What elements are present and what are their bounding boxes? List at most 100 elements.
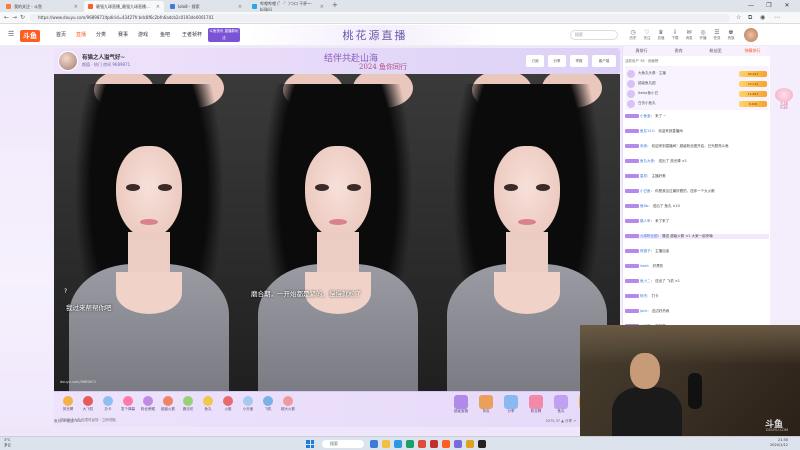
chat-username[interactable]: 阿杰 <box>640 294 647 298</box>
streamer-avatar[interactable] <box>58 51 78 71</box>
chat-username[interactable]: 夜猫子 <box>640 249 651 253</box>
gift-item[interactable]: 超级火箭 <box>158 396 178 412</box>
chat-username[interactable]: 小白鱼 <box>640 189 651 193</box>
chat-message[interactable]: 小白鱼： 你是我见过最好看的，送你一个大火箭 <box>625 189 769 194</box>
event-banner[interactable]: 桃花源直播 <box>250 25 500 45</box>
chat-message[interactable]: 小鱼宝： 来了 ~ <box>625 114 769 119</box>
close-tab-icon[interactable]: × <box>320 4 324 10</box>
right-gift-item[interactable]: 分享 <box>500 395 522 414</box>
app-icon[interactable] <box>406 440 414 448</box>
recharge-button[interactable]: ♛ 充值 <box>654 29 668 41</box>
app-icon[interactable] <box>418 440 426 448</box>
right-gift-item[interactable]: 超级宝箱 <box>450 395 472 414</box>
chat-username[interactable]: 鱼丸大侠 <box>640 159 654 163</box>
history-button[interactable]: ◷ 历史 <box>626 29 640 41</box>
chat-username[interactable]: 鱼Bb <box>640 204 648 208</box>
browser-tab[interactable]: lolo8 - 搜索 × <box>166 1 246 12</box>
download-button[interactable]: ⇩ 下载 <box>668 29 682 41</box>
rank-row[interactable]: 白衣小鱼丸 8,406 <box>627 99 767 108</box>
rank-row[interactable]: 超级鱼丸团 23,110 <box>627 79 767 88</box>
chat-username[interactable]: 星辰 <box>640 174 647 178</box>
clock[interactable]: 21:30 2024/1/12 <box>770 438 788 448</box>
gift-item[interactable]: 魔法坨 <box>178 396 198 412</box>
gift-item[interactable]: 小天使 <box>238 396 258 412</box>
close-tab-icon[interactable]: × <box>74 4 78 10</box>
gift-item[interactable]: 鱼丸 <box>198 396 218 412</box>
chat-username[interactable]: 小鱼宝 <box>640 114 651 118</box>
app-icon[interactable] <box>466 440 474 448</box>
browser-tab[interactable]: 哔哩哔哩 (゜-゜)つロ 干杯~-bilibili × <box>248 1 328 12</box>
tab-fans[interactable]: 粉丝团 <box>697 46 734 56</box>
nav-fishbar[interactable]: 鱼吧 <box>160 31 170 38</box>
follow-button[interactable]: ♡ 关注 <box>640 29 654 41</box>
gift-item[interactable]: 超大火箭 <box>278 396 298 412</box>
nav-events[interactable]: 赛事 <box>118 31 128 38</box>
gift-item[interactable]: 发个弹幕 <box>118 396 138 412</box>
site-logo[interactable]: 斗鱼 <box>20 30 40 42</box>
chat-message[interactable]: 星辰： 主播好美 <box>625 174 769 179</box>
obs-icon[interactable] <box>478 440 486 448</box>
tab-vip[interactable]: 贵宾 <box>660 46 697 56</box>
nav-promo-badge[interactable]: 斗鱼快讯 直播新玩法 <box>208 28 240 42</box>
browser-tab[interactable]: 我的关注 - 斗鱼 × <box>2 1 82 12</box>
back-icon[interactable]: ← <box>4 14 9 21</box>
gift-item[interactable]: 飞机 <box>258 396 278 412</box>
taskbar-search[interactable]: 搜索 <box>322 440 364 448</box>
message-button[interactable]: ✉ 消息 <box>682 29 696 41</box>
task-view-icon[interactable] <box>370 440 378 448</box>
browser-tab-active[interactable]: 最强九球直播_最强九球直播... × <box>84 1 164 12</box>
profile-icon[interactable]: ◉ <box>760 14 765 21</box>
gift-item[interactable]: 荧光棒 <box>58 396 78 412</box>
chat-message[interactable]: Jack： 这边好热闹 <box>625 309 769 314</box>
gift-item[interactable]: 火箭 <box>218 396 238 412</box>
user-avatar[interactable] <box>744 28 758 42</box>
chat-message[interactable]: 鱼小二： 送出了 飞机 ×1 <box>625 279 769 284</box>
close-tab-icon[interactable]: × <box>156 4 160 10</box>
minimize-button[interactable]: — <box>744 2 758 9</box>
nav-cup[interactable]: 王者祯杯 <box>182 31 202 38</box>
file-explorer-icon[interactable] <box>382 440 390 448</box>
wps-icon[interactable] <box>430 440 438 448</box>
extensions-icon[interactable]: ⧉ <box>748 14 752 22</box>
chat-username[interactable]: 鱼友123 <box>640 129 654 133</box>
nav-home[interactable]: 首页 <box>56 31 66 38</box>
nav-category[interactable]: 分类 <box>96 31 106 38</box>
share-button[interactable]: 分享 <box>548 55 566 67</box>
chat-username[interactable]: 路人甲 <box>640 219 651 223</box>
chat-message[interactable]: 路人甲： 来了来了 <box>625 219 769 224</box>
chat-message[interactable]: 阿杰： 打卡 <box>625 294 769 299</box>
chat-username[interactable]: Jack <box>640 309 647 313</box>
subscribe-button[interactable]: 订阅 <box>526 55 544 67</box>
nav-games[interactable]: 游戏 <box>138 31 148 38</box>
right-gift-item[interactable]: 背包 <box>475 395 497 414</box>
report-button[interactable]: 举报 <box>570 55 588 67</box>
chat-message[interactable]: 夜猫子： 主播加油 <box>625 249 769 254</box>
mascot-badge[interactable]: 九球 938 <box>772 88 796 114</box>
refresh-icon[interactable]: ↻ <box>20 14 25 21</box>
chat-message[interactable]: liwei： 好漂亮 <box>625 264 769 269</box>
forward-icon[interactable]: → <box>12 14 17 21</box>
chat-message[interactable]: 系统： 欢迎来到直播间！超级粉丝团开启，日光照亮斗鱼 <box>625 144 769 149</box>
close-tab-icon[interactable]: × <box>238 4 242 10</box>
app-icon[interactable] <box>454 440 462 448</box>
menu-icon[interactable]: ⋯ <box>774 14 780 21</box>
gift-item[interactable]: 大飞机 <box>78 396 98 412</box>
right-gift-item[interactable]: 鱼丸 <box>550 395 572 414</box>
gift-item[interactable]: 办卡 <box>98 396 118 412</box>
nav-live[interactable]: 直播 <box>76 31 86 38</box>
tab-weekly-rank[interactable]: 周排行 <box>623 46 660 56</box>
rank-row[interactable]: Ikeba鱼小白 12,804 <box>627 89 767 98</box>
tab-danmu-rank[interactable]: 弹幕排行 <box>734 46 771 56</box>
douyu-icon[interactable] <box>442 440 450 448</box>
gift-item[interactable]: 粉丝荣耀 <box>138 396 158 412</box>
video-player[interactable]: ? 我过来帮帮你吧 douyu.com/9689871 磨合期，一开始都是紧的，… <box>54 74 620 391</box>
chat-message[interactable]: 鱼丸大侠： 送出了 荧光棒 ×1 <box>625 159 769 164</box>
maximize-button[interactable]: ❐ <box>762 2 776 9</box>
search-input[interactable]: 搜索 <box>570 30 618 40</box>
edge-browser-icon[interactable] <box>394 440 402 448</box>
broadcast-button[interactable]: ◎ 开播 <box>696 29 710 41</box>
new-tab-button[interactable]: + <box>332 1 338 9</box>
chat-username[interactable]: 鱼小二 <box>640 279 651 283</box>
chat-username[interactable]: liwei <box>640 264 648 268</box>
chat-message[interactable]: 鱼友123： 欢迎来到直播间 <box>625 129 769 134</box>
